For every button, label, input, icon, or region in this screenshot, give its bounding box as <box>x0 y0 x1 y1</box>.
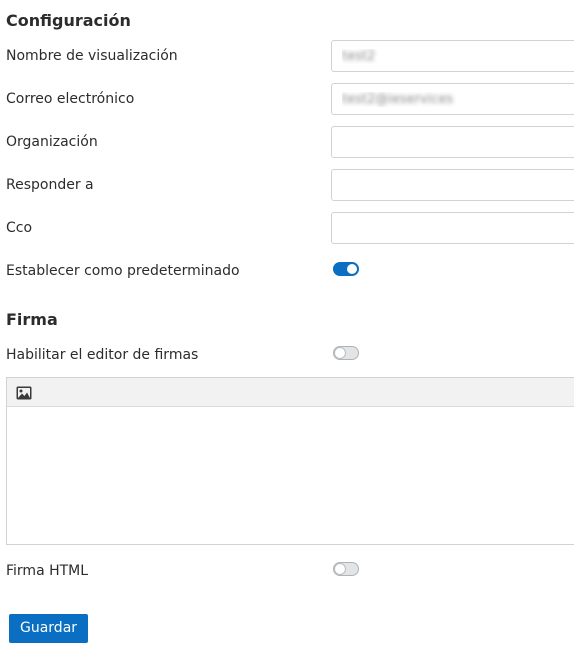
signature-section-title: Firma <box>6 310 58 329</box>
reply-to-label: Responder a <box>6 177 94 193</box>
toggle-knob <box>335 564 345 574</box>
settings-page: Configuración Nombre de visualización Co… <box>0 0 574 666</box>
set-default-label: Establecer como predeterminado <box>6 263 240 279</box>
html-signature-label: Firma HTML <box>6 563 89 579</box>
html-signature-toggle[interactable] <box>333 562 359 576</box>
reply-to-input[interactable] <box>331 169 574 201</box>
signature-editor-toggle[interactable] <box>333 346 359 360</box>
save-button[interactable]: Guardar <box>9 614 89 643</box>
signature-editor <box>6 377 574 545</box>
email-input[interactable] <box>331 83 574 115</box>
set-default-toggle[interactable] <box>333 262 359 276</box>
display-name-label: Nombre de visualización <box>6 48 178 64</box>
image-icon[interactable] <box>16 385 32 400</box>
config-section-title: Configuración <box>6 11 131 30</box>
toggle-knob <box>347 264 357 274</box>
display-name-input[interactable] <box>331 40 574 72</box>
email-label: Correo electrónico <box>6 91 135 107</box>
signature-editor-label: Habilitar el editor de firmas <box>6 347 199 363</box>
toggle-knob <box>335 348 345 358</box>
signature-editor-body[interactable] <box>7 407 574 545</box>
organization-label: Organización <box>6 134 98 150</box>
organization-input[interactable] <box>331 126 574 158</box>
bcc-input[interactable] <box>331 212 574 244</box>
bcc-label: Cco <box>6 220 33 236</box>
editor-toolbar <box>7 378 574 407</box>
